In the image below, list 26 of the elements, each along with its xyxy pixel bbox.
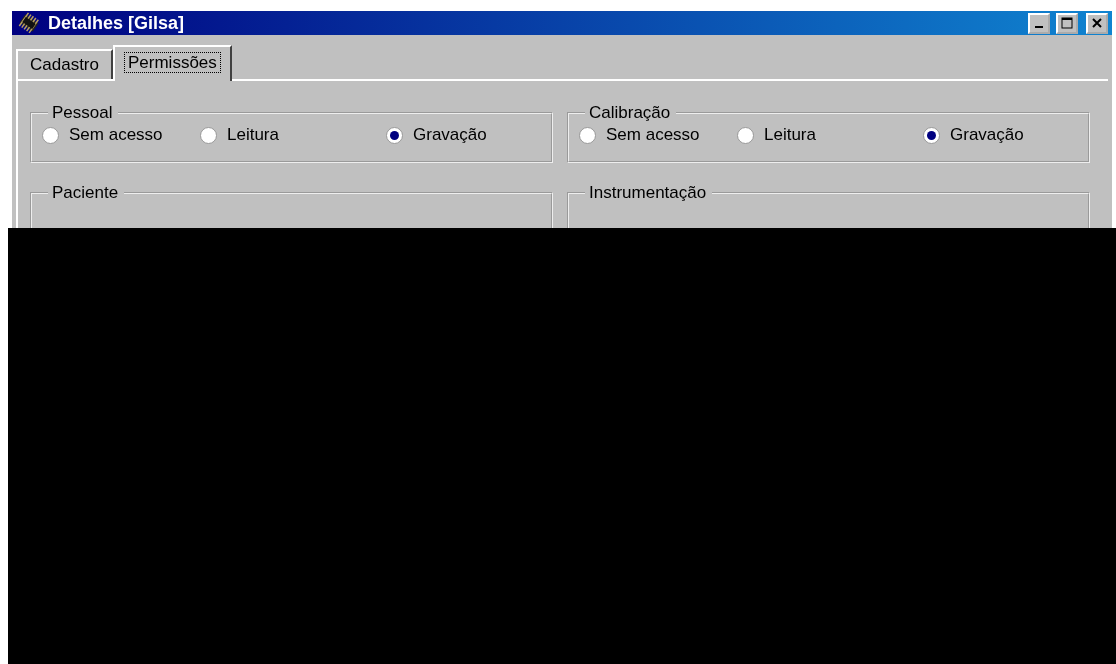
minimize-button[interactable]: [1028, 12, 1050, 34]
radio-option[interactable]: Leitura: [200, 125, 386, 145]
group-title: Instrumentação: [588, 183, 708, 203]
radio-button[interactable]: [386, 126, 403, 144]
close-button[interactable]: [1086, 12, 1108, 34]
maximize-icon: [1061, 17, 1073, 29]
radio-option[interactable]: Sem acesso: [579, 125, 737, 145]
group-title: Calibração: [588, 103, 672, 123]
radio-button[interactable]: [737, 126, 754, 144]
radio-option[interactable]: Gravação: [923, 125, 1078, 145]
tab[interactable]: Cadastro: [16, 49, 113, 79]
maximize-button[interactable]: [1056, 12, 1078, 34]
radio-button[interactable]: [200, 126, 217, 144]
radio-button[interactable]: [579, 126, 596, 144]
group-title: Paciente: [51, 183, 120, 203]
chip-icon: [16, 11, 42, 35]
minimize-icon: [1035, 26, 1043, 28]
radio-button[interactable]: [923, 126, 940, 144]
radio-button[interactable]: [42, 126, 59, 144]
group-title: Pessoal: [51, 103, 114, 123]
radio-option[interactable]: Leitura: [737, 125, 923, 145]
tab[interactable]: Permissões: [113, 45, 232, 81]
window-title: Detalhes [Gilsa]: [48, 12, 186, 34]
radio-option[interactable]: Sem acesso: [42, 125, 200, 145]
radio-option[interactable]: Gravação: [386, 125, 541, 145]
close-icon: [1091, 17, 1103, 29]
